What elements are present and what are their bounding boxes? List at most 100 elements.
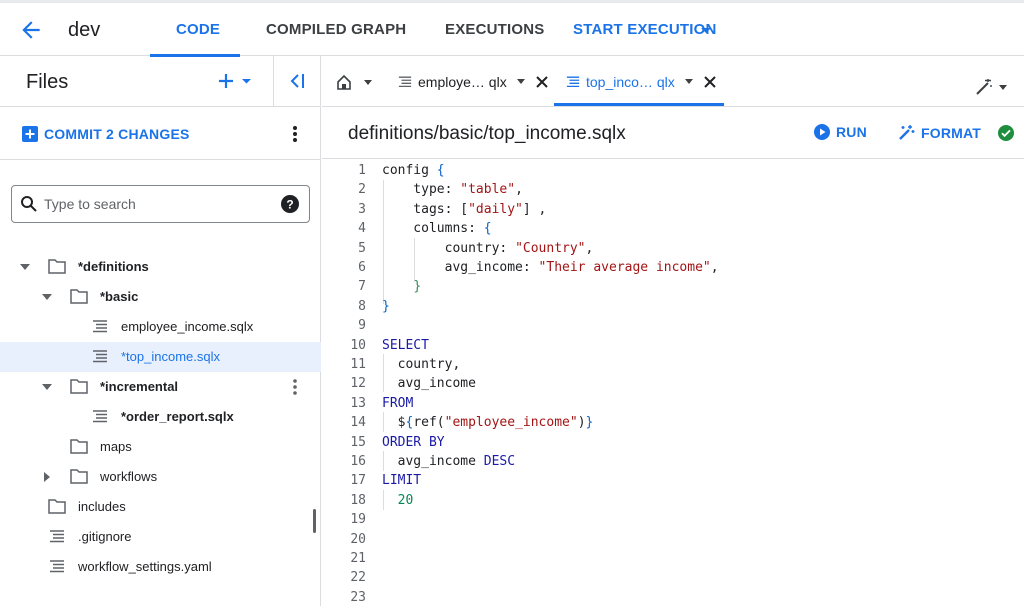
code-line: 11 country, <box>322 354 1024 373</box>
back-arrow-icon[interactable] <box>18 17 44 43</box>
code-line: 5 country: "Country", <box>322 238 1024 257</box>
folder-icon <box>48 499 66 514</box>
code-editor[interactable]: 1 config { 2 type: "table", 3 tags: ["dai… <box>322 160 1024 606</box>
chevron-down-icon[interactable] <box>701 28 711 33</box>
file-code-icon <box>93 350 107 363</box>
line-number: 12 <box>350 376 366 392</box>
tree-item-top-income[interactable]: *top_income.sqlx <box>0 342 321 372</box>
caret-down-icon[interactable] <box>42 383 52 391</box>
code-line: 21 <box>322 548 1024 567</box>
chevron-down-icon[interactable] <box>683 78 695 86</box>
line-number: 4 <box>358 221 366 237</box>
search-input[interactable] <box>44 194 274 214</box>
tab-label: top_inco… qlx <box>586 74 675 90</box>
tree-item-gitignore[interactable]: .gitignore <box>0 522 321 552</box>
editor-tab-employee-income[interactable]: employe… qlx <box>398 66 549 98</box>
line-number: 11 <box>350 357 366 372</box>
line-number: 22 <box>350 570 366 586</box>
line-number: 2 <box>358 182 366 198</box>
svg-text:?: ? <box>286 198 293 212</box>
format-label: FORMAT <box>921 124 982 141</box>
folder-icon <box>70 379 88 394</box>
line-number: 9 <box>358 318 366 334</box>
tree-item-label: workflow_settings.yaml <box>78 559 212 574</box>
start-execution-button[interactable]: START EXECUTION <box>573 21 717 38</box>
tab-code[interactable]: CODE <box>176 21 220 38</box>
code-text: ORDER BY <box>382 434 445 450</box>
code-text: SELECT <box>382 337 429 353</box>
code-line: 4 columns: { <box>322 218 1024 237</box>
tree-item-label: *basic <box>100 289 139 304</box>
folder-icon <box>70 439 88 454</box>
add-box-icon <box>22 126 38 142</box>
file-code-icon <box>50 530 64 543</box>
code-text: } <box>382 298 390 314</box>
commit-button[interactable]: COMMIT 2 CHANGES <box>22 124 190 144</box>
tree-item-label: *definitions <box>78 259 149 274</box>
line-number: 14 <box>350 415 366 431</box>
code-line: 17 LIMIT <box>322 470 1024 489</box>
caret-down-icon[interactable] <box>42 293 52 301</box>
code-line: 16 avg_income DESC <box>322 451 1024 470</box>
workspace-name: dev <box>68 19 101 41</box>
line-number: 13 <box>350 395 366 411</box>
tree-item-basic[interactable]: *basic <box>0 282 321 312</box>
folder-icon <box>70 289 88 304</box>
code-line: 7 } <box>322 276 1024 295</box>
close-icon[interactable] <box>703 75 717 89</box>
code-text: LIMIT <box>382 473 422 489</box>
line-number: 8 <box>358 298 366 314</box>
tree-item-workflows[interactable]: workflows <box>0 462 321 492</box>
tree-item-order-report[interactable]: *order_report.sqlx <box>0 402 321 432</box>
files-title: Files <box>26 71 69 93</box>
help-icon[interactable]: ? <box>281 195 299 213</box>
magic-wand-icon[interactable] <box>974 78 1010 96</box>
code-text: avg_income: "Their average income", <box>382 260 719 275</box>
tab-executions[interactable]: EXECUTIONS <box>445 21 545 38</box>
file-path: definitions/basic/top_income.sqlx <box>348 123 626 144</box>
chevron-down-icon[interactable] <box>515 78 527 86</box>
run-button[interactable]: RUN <box>814 124 867 140</box>
line-number: 10 <box>350 337 366 353</box>
code-line: 15 ORDER BY <box>322 432 1024 451</box>
code-text: ${ref("employee_income")} <box>382 415 594 431</box>
caret-down-icon[interactable] <box>20 263 30 271</box>
tree-item-workflow-settings[interactable]: workflow_settings.yaml <box>0 552 321 582</box>
tree-item-maps[interactable]: maps <box>0 432 321 462</box>
tree-item-label: *incremental <box>100 379 179 394</box>
tree-item-label: employee_income.sqlx <box>121 319 254 334</box>
play-circle-icon <box>814 124 830 140</box>
scrollbar-thumb[interactable] <box>313 509 316 533</box>
code-line: 6 avg_income: "Their average income", <box>322 257 1024 276</box>
line-number: 16 <box>350 454 366 469</box>
close-icon[interactable] <box>535 75 549 89</box>
collapse-panel-icon[interactable] <box>286 70 308 92</box>
code-text: country, <box>382 357 461 372</box>
code-line: 1 config { <box>322 160 1024 179</box>
tree-item-incremental[interactable]: *incremental <box>0 372 321 402</box>
more-vert-icon[interactable] <box>290 377 300 397</box>
line-number: 18 <box>350 492 366 508</box>
file-code-icon <box>93 410 107 423</box>
home-icon[interactable] <box>336 74 376 90</box>
tree-item-definitions[interactable]: *definitions <box>0 252 321 282</box>
divider <box>0 106 321 107</box>
tab-compiled-graph[interactable]: COMPILED GRAPH <box>266 21 406 38</box>
editor-tab-top-income[interactable]: top_inco… qlx <box>566 66 717 98</box>
line-number: 20 <box>350 531 366 547</box>
tree-item-label: *top_income.sqlx <box>121 349 220 364</box>
code-text: type: "table", <box>382 182 523 198</box>
add-file-icon[interactable] <box>218 68 252 94</box>
line-number: 19 <box>350 512 366 528</box>
file-code-icon <box>398 76 412 88</box>
files-panel: Files COMMIT 2 CHANGES ? *definit <box>0 56 321 606</box>
format-button[interactable]: FORMAT <box>898 124 981 141</box>
tree-item-employee-income[interactable]: employee_income.sqlx <box>0 312 321 342</box>
tree-item-includes[interactable]: includes <box>0 492 321 522</box>
run-label: RUN <box>836 124 867 140</box>
line-number: 21 <box>350 551 366 566</box>
caret-right-icon[interactable] <box>43 472 51 482</box>
more-vert-icon[interactable] <box>290 124 300 144</box>
tree-item-label: *order_report.sqlx <box>121 409 234 424</box>
search-box: ? <box>11 185 310 223</box>
